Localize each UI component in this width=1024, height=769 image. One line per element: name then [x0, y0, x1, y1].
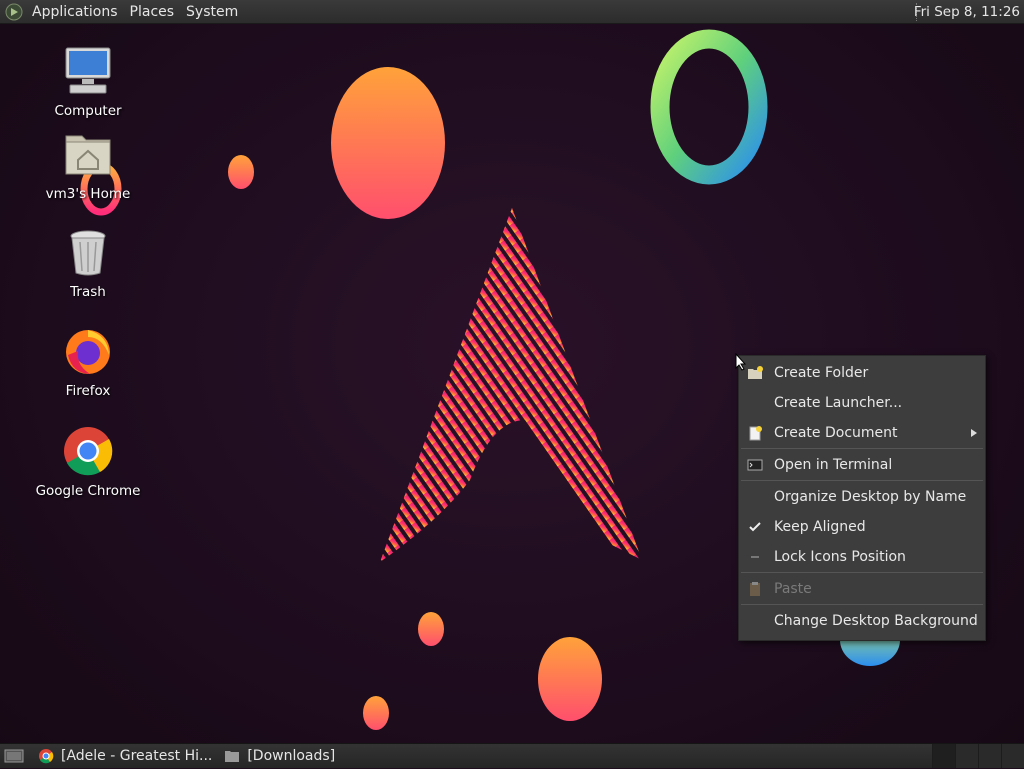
menu-item-label: Create Document: [774, 425, 898, 441]
terminal-icon: [747, 459, 763, 471]
new-document-icon: [749, 426, 762, 441]
desktop-icon-trash[interactable]: Trash: [33, 226, 143, 300]
taskbar-item-chrome[interactable]: [Adele - Greatest Hi...: [32, 744, 218, 769]
chrome-icon: [39, 749, 54, 764]
menu-item-label: Lock Icons Position: [774, 549, 906, 565]
workspace-4[interactable]: [1001, 744, 1024, 768]
taskbar-item-label: [Adele - Greatest Hi...: [61, 748, 213, 764]
clock[interactable]: Fri Sep 8, 11:26: [914, 0, 1020, 24]
menu-item-label: Create Launcher...: [774, 395, 903, 411]
menu-item-label: Create Folder: [774, 365, 869, 381]
menu-item-label: Paste: [774, 581, 812, 597]
menu-item-label: Keep Aligned: [774, 519, 866, 535]
menu-item-organize-by-name[interactable]: Organize Desktop by Name: [739, 482, 985, 512]
unchecked-dash-icon: [751, 556, 759, 558]
firefox-icon: [66, 330, 110, 374]
folder-icon: [225, 751, 240, 762]
workspace-1[interactable]: [932, 744, 955, 768]
menu-separator: [741, 480, 983, 481]
menu-item-label: Change Desktop Background: [774, 613, 978, 629]
desktop-icon-chrome[interactable]: Google Chrome: [33, 425, 143, 499]
menu-item-open-terminal[interactable]: Open in Terminal: [739, 450, 985, 480]
desktop-icon-label: Firefox: [65, 383, 111, 399]
menu-item-paste: Paste: [739, 574, 985, 604]
top-panel: Applications Places System Fri Sep 8, 11…: [0, 0, 1024, 24]
taskbar-item-label: [Downloads]: [247, 748, 336, 764]
paste-icon: [750, 582, 760, 596]
menu-item-change-background[interactable]: Change Desktop Background: [739, 606, 985, 636]
menu-item-keep-aligned[interactable]: Keep Aligned: [739, 512, 985, 542]
distro-logo-icon[interactable]: [5, 3, 23, 21]
places-menu[interactable]: Places: [124, 0, 181, 24]
workspace-switcher[interactable]: [932, 744, 1024, 768]
desktop-icon-label: Computer: [54, 103, 122, 119]
workspace-3[interactable]: [978, 744, 1001, 768]
mouse-cursor-icon: [735, 353, 747, 371]
checkmark-icon: [749, 522, 761, 532]
bottom-panel: [Adele - Greatest Hi... [Downloads]: [0, 743, 1024, 768]
desktop-icon-firefox[interactable]: Firefox: [33, 325, 143, 399]
menu-item-create-document[interactable]: Create Document: [739, 418, 985, 448]
submenu-arrow-icon: [971, 429, 977, 437]
taskbar-item-downloads[interactable]: [Downloads]: [218, 744, 341, 769]
menu-item-label: Organize Desktop by Name: [774, 489, 967, 505]
show-desktop-icon[interactable]: [4, 747, 24, 765]
home-folder-icon: [65, 135, 111, 175]
desktop-context-menu: Create Folder Create Launcher... Create …: [738, 355, 986, 641]
new-folder-icon: [748, 366, 763, 379]
trash-icon: [70, 230, 106, 276]
applications-menu[interactable]: Applications: [26, 0, 124, 24]
menu-item-create-folder[interactable]: Create Folder: [739, 358, 985, 388]
desktop-icon-home[interactable]: vm3's Home: [33, 128, 143, 202]
menu-item-label: Open in Terminal: [774, 457, 893, 473]
desktop-icon-label: Trash: [70, 284, 106, 300]
system-menu[interactable]: System: [180, 0, 244, 24]
workspace-2[interactable]: [955, 744, 978, 768]
menu-separator: [741, 448, 983, 449]
menu-separator: [741, 604, 983, 605]
desktop-icon-computer[interactable]: Computer: [33, 45, 143, 119]
chrome-icon: [64, 427, 113, 476]
desktop-icon-label: vm3's Home: [45, 186, 131, 202]
menu-separator: [741, 572, 983, 573]
menu-item-lock-icons-position[interactable]: Lock Icons Position: [739, 542, 985, 572]
desktop-icon-label: Google Chrome: [35, 483, 141, 499]
computer-icon: [65, 47, 111, 94]
menu-item-create-launcher[interactable]: Create Launcher...: [739, 388, 985, 418]
